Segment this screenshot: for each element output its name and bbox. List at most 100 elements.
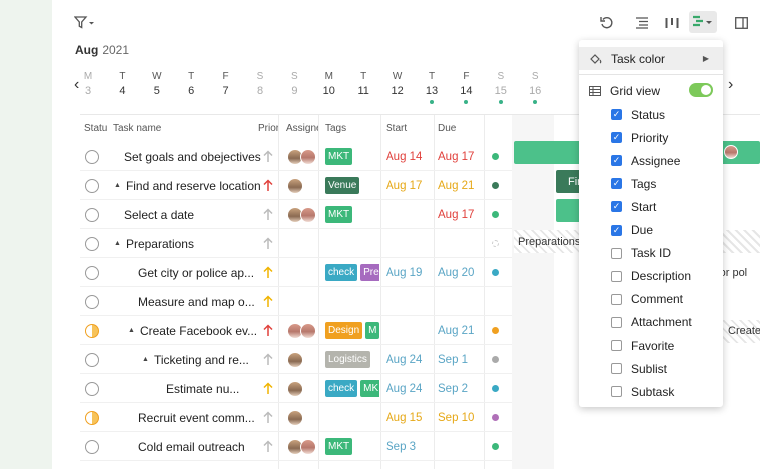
avatar[interactable] xyxy=(300,322,316,339)
checkbox-icon[interactable]: ✓ xyxy=(611,201,622,213)
start-date[interactable]: Aug 19 xyxy=(386,267,422,279)
grid-view-toggle[interactable] xyxy=(689,83,713,97)
gantt-color-button[interactable] xyxy=(689,11,717,33)
tag-badge[interactable]: Venue xyxy=(325,177,360,194)
priority-arrow-icon[interactable] xyxy=(263,411,273,424)
board-view-icon[interactable] xyxy=(663,14,681,32)
due-date[interactable]: Aug 21 xyxy=(438,325,474,337)
checkbox-icon[interactable]: ✓ xyxy=(611,155,622,167)
task-name[interactable]: Set goals and obejectives xyxy=(124,150,261,164)
checkbox-icon[interactable] xyxy=(611,363,622,375)
table-row[interactable]: ▲ Preparations xyxy=(80,229,512,258)
checkbox-icon[interactable] xyxy=(611,316,622,328)
start-date[interactable]: Sep 3 xyxy=(386,441,416,453)
due-date[interactable]: Aug 17 xyxy=(438,151,474,163)
priority-arrow-icon[interactable] xyxy=(263,295,273,308)
tag-badge[interactable]: MKT xyxy=(325,438,353,455)
due-date[interactable]: Aug 21 xyxy=(438,180,474,192)
menu-checkbox-comment[interactable]: Comment xyxy=(579,288,723,311)
menu-checkbox-start[interactable]: ✓ Start xyxy=(579,195,723,218)
col-priority[interactable]: Prior xyxy=(258,115,278,142)
task-name[interactable]: Cold email outreach xyxy=(138,440,245,454)
avatar[interactable] xyxy=(287,351,303,368)
start-date[interactable]: Aug 15 xyxy=(386,412,422,424)
next-arrow-icon[interactable]: › xyxy=(728,76,733,94)
tag-badge[interactable]: check xyxy=(325,380,358,397)
status-circle[interactable] xyxy=(85,294,99,309)
status-circle[interactable] xyxy=(85,178,99,193)
task-name[interactable]: Create Facebook ev... xyxy=(140,324,257,338)
due-date[interactable]: Sep 1 xyxy=(438,354,468,366)
checkbox-icon[interactable] xyxy=(611,293,622,305)
menu-checkbox-status[interactable]: ✓ Status xyxy=(579,103,723,126)
col-tags[interactable]: Tags xyxy=(325,115,375,142)
checkbox-icon[interactable]: ✓ xyxy=(611,178,622,190)
expand-triangle-icon[interactable]: ▲ xyxy=(142,356,149,363)
table-row[interactable]: Measure and map o... xyxy=(80,287,512,316)
menu-checkbox-favorite[interactable]: Favorite xyxy=(579,334,723,357)
avatar[interactable] xyxy=(287,177,303,194)
menu-item-grid-view[interactable]: Grid view xyxy=(579,79,723,102)
tag-badge[interactable]: Logistics xyxy=(325,351,370,368)
task-name[interactable]: Select a date xyxy=(124,208,194,222)
table-row[interactable]: ▲ Find and reserve location Venue Aug 17 Aug… xyxy=(80,171,512,200)
avatar[interactable] xyxy=(300,148,316,165)
priority-arrow-icon[interactable] xyxy=(263,324,273,337)
filter-icon[interactable] xyxy=(72,14,96,32)
status-circle[interactable] xyxy=(85,439,99,454)
avatar[interactable] xyxy=(287,409,303,426)
start-date[interactable]: Aug 14 xyxy=(386,151,422,163)
menu-checkbox-description[interactable]: Description xyxy=(579,265,723,288)
menu-checkbox-task-id[interactable]: Task ID xyxy=(579,242,723,265)
menu-item-task-color[interactable]: Task color ▶ xyxy=(579,47,723,70)
menu-checkbox-attachment[interactable]: Attachment xyxy=(579,311,723,334)
expand-triangle-icon[interactable]: ▲ xyxy=(114,240,121,247)
menu-checkbox-priority[interactable]: ✓ Priority xyxy=(579,126,723,149)
tag-badge[interactable]: M xyxy=(365,322,379,339)
panel-toggle-icon[interactable] xyxy=(732,14,750,32)
priority-arrow-icon[interactable] xyxy=(263,179,273,192)
due-date[interactable]: Aug 17 xyxy=(438,209,474,221)
task-name[interactable]: Measure and map o... xyxy=(138,295,255,309)
menu-checkbox-assignee[interactable]: ✓ Assignee xyxy=(579,149,723,172)
col-assignee[interactable]: Assigne xyxy=(286,115,318,142)
list-indent-icon[interactable] xyxy=(633,14,651,32)
status-circle[interactable] xyxy=(85,323,99,338)
avatar[interactable] xyxy=(300,206,316,223)
avatar[interactable] xyxy=(287,380,303,397)
menu-checkbox-due[interactable]: ✓ Due xyxy=(579,219,723,242)
table-row[interactable]: ▲ Ticketing and re... Logistics Aug 24 Sep 1 xyxy=(80,345,512,374)
tag-badge[interactable]: Pre xyxy=(360,264,379,281)
menu-checkbox-subtask[interactable]: Subtask xyxy=(579,380,723,403)
avatar[interactable] xyxy=(300,438,316,455)
table-row[interactable]: Get city or police ap... check Pre Aug 19 Au… xyxy=(80,258,512,287)
status-circle[interactable] xyxy=(85,236,99,251)
status-circle[interactable] xyxy=(85,381,99,396)
task-name[interactable]: Preparations xyxy=(126,237,194,251)
table-row[interactable]: Estimate nu... check MK Aug 24 Sep 2 xyxy=(80,374,512,403)
checkbox-icon[interactable] xyxy=(611,386,622,398)
expand-triangle-icon[interactable]: ▲ xyxy=(128,327,135,334)
undo-icon[interactable] xyxy=(598,14,616,32)
priority-arrow-icon[interactable] xyxy=(263,440,273,453)
tag-badge[interactable]: MK xyxy=(360,380,379,397)
table-row[interactable]: Recruit event comm... Aug 15 Sep 10 xyxy=(80,403,512,432)
col-due[interactable]: Due xyxy=(438,115,482,142)
status-circle[interactable] xyxy=(85,207,99,222)
priority-arrow-icon[interactable] xyxy=(263,353,273,366)
checkbox-icon[interactable]: ✓ xyxy=(611,224,622,236)
checkbox-icon[interactable] xyxy=(611,247,622,259)
menu-checkbox-sublist[interactable]: Sublist xyxy=(579,357,723,380)
status-circle[interactable] xyxy=(85,149,99,164)
task-name[interactable]: Find and reserve location xyxy=(126,179,261,193)
table-row[interactable]: Select a date MKT Aug 17 xyxy=(80,200,512,229)
expand-triangle-icon[interactable]: ▲ xyxy=(114,182,121,189)
start-date[interactable]: Aug 24 xyxy=(386,354,422,366)
checkbox-icon[interactable]: ✓ xyxy=(611,132,622,144)
priority-arrow-icon[interactable] xyxy=(263,237,273,250)
table-row[interactable]: Set goals and obejectives MKT Aug 14 Aug 17 xyxy=(80,142,512,171)
table-row[interactable]: Cold email outreach MKT Sep 3 xyxy=(80,432,512,461)
task-name[interactable]: Recruit event comm... xyxy=(138,411,255,425)
status-circle[interactable] xyxy=(85,352,99,367)
col-start[interactable]: Start xyxy=(386,115,430,142)
